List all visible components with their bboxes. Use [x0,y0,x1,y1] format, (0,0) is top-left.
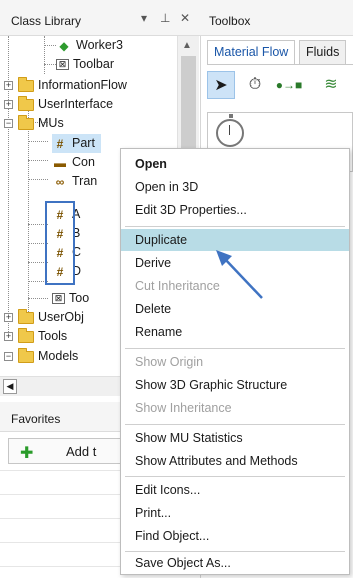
menu-item-derive[interactable]: Derive [121,252,349,274]
add-favorite-label: Add t [66,444,97,459]
tree-item-part[interactable]: # Part [52,134,101,153]
dropdown-icon[interactable]: ▾ [141,11,147,25]
folder-icon [18,76,34,92]
expand-toggle[interactable]: + [4,332,13,341]
plus-icon: ✚ [20,445,34,462]
tree-item-worker3[interactable]: ◆ Worker3 [56,36,123,55]
mu-container-icon: ▬ [54,155,66,170]
tree-item-container[interactable]: ▬ Con [52,153,95,172]
menu-item-duplicate[interactable]: Duplicate [121,229,349,251]
tree-item-tools[interactable]: Tools [18,327,67,346]
stopwatch-icon[interactable]: ⏱ [241,71,269,99]
pointer-icon[interactable]: ➤ [207,71,235,99]
menu-item-show-origin: Show Origin [135,355,204,369]
layers-icon[interactable]: ≋ [317,71,345,99]
menu-item-edit-icons[interactable]: Edit Icons... [121,479,349,501]
menu-item-rename[interactable]: Rename [121,321,349,343]
folder-icon [18,114,34,130]
close-icon[interactable]: ✕ [180,11,190,25]
context-menu: Open Open in 3D Edit 3D Properties... Du… [120,148,350,575]
worker-icon: ◆ [59,38,69,53]
collapse-toggle[interactable]: − [4,352,13,361]
tree-item-userobjects[interactable]: UserObj [18,308,84,327]
pin-icon[interactable]: ⊥ [160,11,170,25]
class-library-header: Class Library ▾ ⊥ ✕ [0,0,201,36]
menu-item-edit-3d-properties[interactable]: Edit 3D Properties... [121,199,349,221]
menu-item-show-inheritance: Show Inheritance [135,401,232,415]
tree-item-transporter[interactable]: ∞ Tran [52,172,98,191]
toolbar-icon: ⊠ [52,293,65,305]
tree-item-mus[interactable]: MUs [18,114,64,133]
menu-item-show-attributes-and-methods[interactable]: Show Attributes and Methods [121,450,349,472]
menu-item-show-3d-graphic-structure[interactable]: Show 3D Graphic Structure [121,374,349,396]
mu-transporter-icon: ∞ [55,174,65,189]
folder-icon [18,95,34,111]
tree-item-informationflow[interactable]: InformationFlow [18,76,127,95]
mu-part-icon: # [56,136,64,151]
menu-item-find-object[interactable]: Find Object... [121,525,349,547]
annotation-highlight-box [45,201,75,285]
toolbar-icon: ⊠ [56,59,69,71]
stopwatch-icon[interactable] [216,114,244,147]
folder-icon [18,308,34,324]
tree-item-userinterface[interactable]: UserInterface [18,95,113,114]
menu-item-cut-inheritance: Cut Inheritance [135,279,220,293]
tree-item-toolbar[interactable]: ⊠ Toolbar [56,55,114,74]
folder-icon [18,347,34,363]
scroll-up-icon[interactable]: ▲ [182,40,192,51]
menu-item-save-object-as[interactable]: Save Object As... [121,552,349,574]
folder-icon [18,327,34,343]
menu-item-open-in-3d[interactable]: Open in 3D [121,176,349,198]
menu-item-open[interactable]: Open [121,153,349,175]
toolbox-title: Toolbox [209,14,251,28]
tree-item-models[interactable]: Models [18,347,78,366]
collapse-toggle[interactable]: − [4,119,13,128]
scroll-left-icon[interactable]: ◀ [3,379,17,394]
favorites-title: Favorites [11,412,61,426]
expand-toggle[interactable]: + [4,313,13,322]
menu-item-show-mu-statistics[interactable]: Show MU Statistics [121,427,349,449]
expand-toggle[interactable]: + [4,100,13,109]
tab-fluids[interactable]: Fluids [299,40,347,64]
toolbox-icon-strip: ➤ ⏱ ●→■ ≋ [207,64,353,102]
tree-item-toolbar-2[interactable]: ⊠ Too [52,289,89,308]
toolbox-header: Toolbox [201,0,353,36]
connector-icon[interactable]: ●→■ [275,71,303,99]
tab-material-flow[interactable]: Material Flow [207,40,296,64]
menu-item-print[interactable]: Print... [121,502,349,524]
expand-toggle[interactable]: + [4,81,13,90]
class-library-title: Class Library [11,14,82,28]
menu-item-delete[interactable]: Delete [121,298,349,320]
